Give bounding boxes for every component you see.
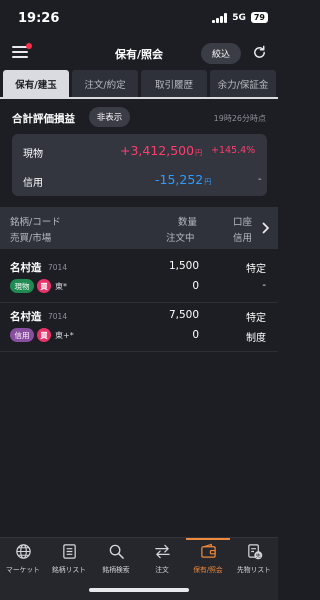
- pnl-label: 現物: [23, 149, 43, 160]
- header-quantity: 数量: [178, 217, 198, 228]
- nav-label: マーケット: [6, 566, 40, 574]
- stock-name: 名村造: [10, 311, 42, 323]
- refresh-icon[interactable]: [252, 45, 267, 60]
- market: 東+*: [55, 331, 74, 340]
- buy-badge: 買: [37, 328, 51, 342]
- search-icon: [109, 544, 124, 559]
- hide-button[interactable]: 非表示: [89, 107, 130, 127]
- tab-history[interactable]: 取引履歴: [141, 70, 207, 97]
- pending-quantity: 0: [192, 329, 199, 341]
- pnl-summary-card: 現物 +3,412,500円 +145.4% 信用 -15,252円 -: [12, 134, 267, 196]
- tab-orders[interactable]: 注文/約定: [72, 70, 138, 97]
- nav-label: 銘柄リスト: [52, 566, 86, 574]
- nav-label: 注文: [155, 566, 169, 574]
- home-indicator: [89, 588, 189, 592]
- battery-icon: 79: [250, 12, 268, 23]
- status-bar: 19:26 5G 79: [0, 0, 278, 36]
- list-icon: [62, 544, 76, 559]
- nav-order[interactable]: 注文: [139, 538, 185, 583]
- status-indicators: 5G 79: [212, 12, 268, 23]
- update-timestamp: 19時26分時点: [213, 114, 266, 123]
- network-type: 5G: [232, 12, 246, 23]
- globe-icon: [15, 544, 31, 559]
- market: 東*: [55, 282, 67, 291]
- nav-watchlist[interactable]: 銘柄リスト: [46, 538, 92, 583]
- pnl-label: 信用: [23, 178, 43, 189]
- holding-row[interactable]: 名村造 7014 7,500 特定 信用 買 東+* 0 制度: [0, 304, 278, 352]
- stock-name: 名村造: [10, 262, 42, 274]
- account-type: 特定: [246, 313, 266, 324]
- stock-code: 7014: [48, 263, 68, 272]
- pnl-row-cash: 現物 +3,412,500円 +145.4%: [12, 137, 267, 165]
- filter-button[interactable]: 絞込: [201, 43, 241, 64]
- nav-label: 保有/照会: [193, 566, 223, 574]
- pnl-percent: +145.4%: [211, 145, 256, 156]
- signal-icon: [212, 12, 228, 23]
- quantity: 7,500: [168, 309, 199, 321]
- trade-type-badge: 信用: [10, 328, 34, 342]
- status-time: 19:26: [18, 11, 60, 26]
- header-stock-code: 銘柄/コード: [10, 217, 61, 228]
- tab-bar: 保有/建玉 注文/約定 取引履歴 余力/保証金: [3, 70, 278, 97]
- pnl-row-margin: 信用 -15,252円 -: [12, 166, 267, 194]
- app-header: 保有/照会 絞込: [0, 38, 278, 68]
- nav-label: 先物リスト: [237, 566, 271, 574]
- pnl-value: +3,412,500円: [120, 143, 203, 158]
- quantity: 1,500: [168, 260, 199, 272]
- nav-holdings[interactable]: 保有/照会: [185, 538, 231, 583]
- stock-code: 7014: [48, 312, 68, 321]
- nav-futures-list[interactable]: 先 先物リスト: [231, 538, 277, 583]
- tab-holdings[interactable]: 保有/建玉: [3, 70, 69, 97]
- credit-type: -: [262, 280, 266, 291]
- futures-list-icon: 先: [247, 544, 262, 559]
- holdings-list-header: 銘柄/コード 売買/市場 数量 注文中 口座 信用: [0, 207, 278, 249]
- account-type: 特定: [246, 264, 266, 275]
- header-pending: 注文中: [166, 233, 195, 244]
- nav-label: 銘柄検索: [102, 566, 130, 574]
- tab-underline: [0, 97, 278, 99]
- wallet-icon: [200, 543, 216, 558]
- summary-title: 合計評価損益: [12, 113, 75, 125]
- header-side-market: 売買/市場: [10, 233, 52, 244]
- order-arrows-icon: [154, 544, 170, 559]
- chevron-right-icon[interactable]: [262, 222, 270, 234]
- nav-search[interactable]: 銘柄検索: [93, 538, 139, 583]
- tab-margin[interactable]: 余力/保証金: [210, 70, 276, 97]
- header-account: 口座: [233, 217, 253, 228]
- pnl-percent: -: [258, 174, 262, 185]
- header-credit: 信用: [233, 233, 253, 244]
- credit-type: 制度: [246, 333, 266, 344]
- pnl-value: -15,252円: [155, 172, 212, 187]
- nav-market[interactable]: マーケット: [0, 538, 46, 583]
- trade-type-badge: 現物: [10, 279, 34, 293]
- svg-text:先: 先: [255, 551, 260, 559]
- buy-badge: 買: [37, 279, 51, 293]
- holding-row[interactable]: 名村造 7014 1,500 特定 現物 買 東* 0 -: [0, 255, 278, 303]
- pending-quantity: 0: [192, 280, 199, 292]
